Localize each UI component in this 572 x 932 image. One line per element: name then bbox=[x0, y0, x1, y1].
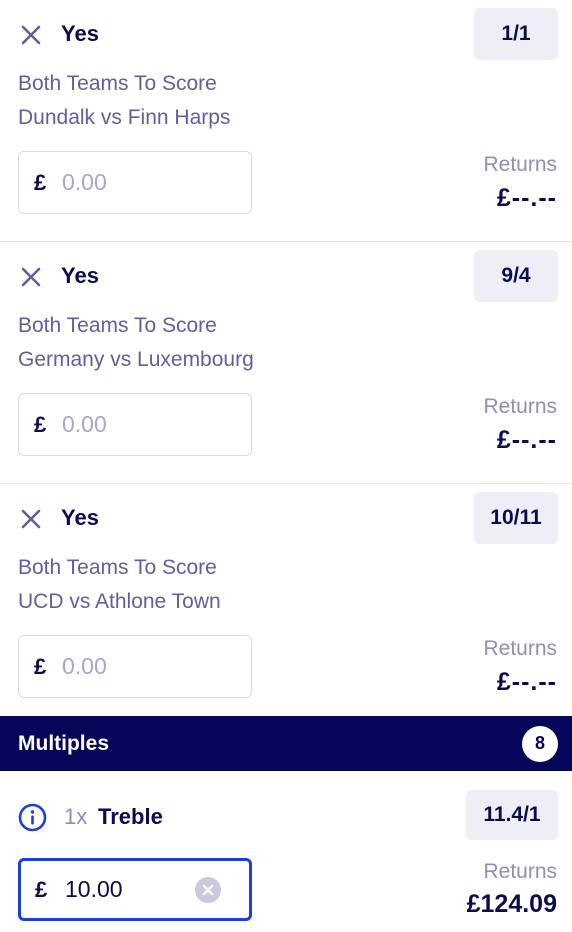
selection-name: Yes bbox=[61, 21, 99, 46]
stake-field[interactable]: £ bbox=[18, 635, 252, 698]
stake-input[interactable] bbox=[65, 876, 195, 903]
event-name: Germany vs Luxembourg bbox=[18, 348, 254, 371]
currency-symbol: £ bbox=[34, 411, 47, 437]
odds-badge: 11.4/1 bbox=[466, 790, 558, 840]
info-icon bbox=[18, 803, 47, 832]
close-icon bbox=[21, 267, 41, 287]
event-name: Dundalk vs Finn Harps bbox=[18, 106, 231, 129]
returns-value: £--.-- bbox=[496, 184, 557, 212]
selection-name: Yes bbox=[61, 263, 99, 288]
multiples-title: Multiples bbox=[18, 731, 110, 755]
selection-name: Yes bbox=[61, 505, 99, 530]
market-name: Both Teams To Score bbox=[18, 314, 217, 337]
close-icon bbox=[21, 25, 41, 45]
stake-field[interactable]: £ bbox=[18, 858, 252, 921]
returns-label: Returns bbox=[483, 153, 557, 176]
bet-type-name: Treble bbox=[98, 804, 163, 829]
market-name: Both Teams To Score bbox=[18, 556, 217, 579]
stake-input[interactable] bbox=[62, 169, 212, 196]
odds-badge: 1/1 bbox=[474, 8, 558, 60]
odds-badge: 10/11 bbox=[474, 492, 558, 544]
selection-card: Yes 9/4 Both Teams To Score Germany vs L… bbox=[0, 242, 572, 484]
event-name: UCD vs Athlone Town bbox=[18, 590, 221, 613]
returns-value: £--.-- bbox=[496, 668, 557, 696]
returns-label: Returns bbox=[483, 395, 557, 418]
returns-label: Returns bbox=[483, 860, 557, 883]
selection-card: Yes 1/1 Both Teams To Score Dundalk vs F… bbox=[0, 0, 572, 242]
stake-input[interactable] bbox=[62, 653, 212, 680]
close-icon bbox=[21, 509, 41, 529]
remove-selection-button[interactable] bbox=[18, 506, 44, 532]
info-button[interactable] bbox=[18, 803, 47, 832]
bet-slip: Yes 1/1 Both Teams To Score Dundalk vs F… bbox=[0, 0, 572, 921]
multiples-header: Multiples 8 bbox=[0, 716, 572, 771]
returns-label: Returns bbox=[483, 637, 557, 660]
market-name: Both Teams To Score bbox=[18, 72, 217, 95]
remove-selection-button[interactable] bbox=[18, 22, 44, 48]
multiples-count-badge: 8 bbox=[522, 725, 558, 762]
selection-card: Yes 10/11 Both Teams To Score UCD vs Ath… bbox=[0, 484, 572, 725]
odds-badge: 9/4 bbox=[474, 250, 558, 302]
returns-value: £--.-- bbox=[496, 426, 557, 454]
stake-field[interactable]: £ bbox=[18, 393, 252, 456]
stake-input[interactable] bbox=[62, 411, 212, 438]
multiple-bet-row: 1x Treble 11.4/1 £ Returns £124.09 bbox=[0, 771, 572, 932]
currency-symbol: £ bbox=[34, 169, 47, 195]
clear-stake-button[interactable] bbox=[195, 876, 221, 903]
stake-field[interactable]: £ bbox=[18, 151, 252, 214]
close-icon bbox=[202, 884, 214, 895]
currency-symbol: £ bbox=[34, 653, 47, 679]
bet-count: 1x bbox=[64, 804, 88, 829]
remove-selection-button[interactable] bbox=[18, 264, 44, 290]
currency-symbol: £ bbox=[35, 876, 48, 902]
returns-value: £124.09 bbox=[466, 890, 557, 918]
